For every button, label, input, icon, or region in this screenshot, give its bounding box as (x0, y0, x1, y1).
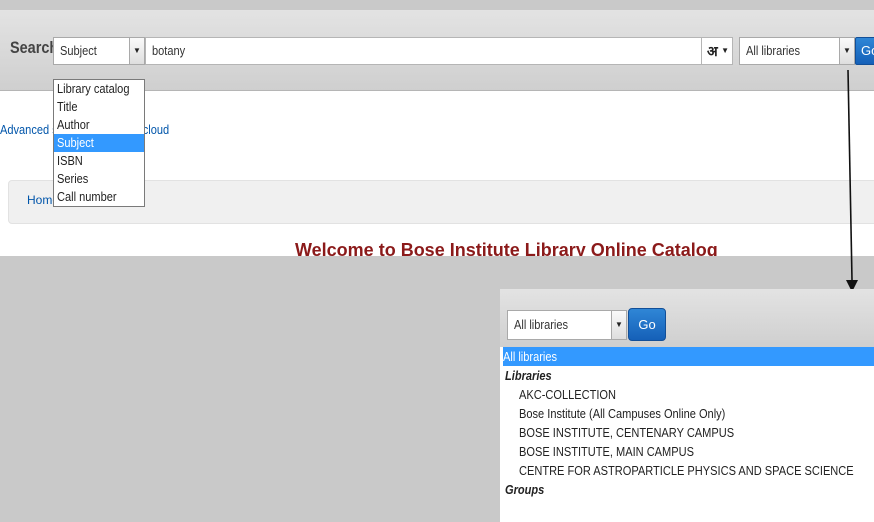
optgroup-libraries: Libraries (505, 368, 552, 383)
chevron-down-icon[interactable]: ▼ (611, 311, 626, 339)
dropdown-option-series[interactable]: Series (54, 170, 144, 188)
library-select[interactable]: All libraries ▼ (739, 37, 855, 65)
option-all-libraries[interactable]: All libraries (503, 347, 874, 366)
dropdown-option-title[interactable]: Title (54, 98, 144, 116)
dropdown-option-call-number[interactable]: Call number (54, 188, 144, 206)
dropdown-option-subject[interactable]: Subject (54, 134, 144, 152)
option-library[interactable]: Bose Institute (All Campuses Online Only… (503, 404, 874, 423)
option-library[interactable]: BOSE INSTITUTE, CENTENARY CAMPUS (503, 423, 874, 442)
search-query: botany (152, 43, 186, 58)
library-select-value: All libraries (746, 43, 801, 58)
chevron-down-icon[interactable]: ▼ (129, 38, 144, 64)
option-library[interactable]: AKC-COLLECTION (503, 385, 874, 404)
optgroup-groups: Groups (505, 482, 545, 497)
page-title: Welcome to Bose Institute Library Online… (295, 240, 718, 256)
search-index-value: Subject (60, 43, 97, 58)
language-keyboard-button[interactable]: अ ▼ (701, 37, 733, 65)
dropdown-option-library-catalog[interactable]: Library catalog (54, 80, 144, 98)
search-screenshot: Search Subject ▼ botany अ ▼ All librarie… (0, 10, 874, 256)
option-library[interactable]: BOSE INSTITUTE, MAIN CAMPUS (503, 442, 874, 461)
option-library[interactable]: CENTRE FOR ASTROPARTICLE PHYSICS AND SPA… (503, 461, 874, 480)
dropdown-option-author[interactable]: Author (54, 116, 144, 134)
search-label: Search (10, 38, 59, 57)
library-select[interactable]: All libraries ▼ (507, 310, 627, 340)
library-dropdown-screenshot: All libraries ▼ Go All libraries Librari… (500, 289, 874, 522)
library-select-value: All libraries (514, 317, 569, 332)
search-index-select[interactable]: Subject ▼ (53, 37, 145, 65)
library-select-bar: All libraries ▼ Go (500, 289, 874, 347)
chevron-down-icon[interactable]: ▼ (839, 38, 854, 64)
search-input[interactable]: botany (145, 37, 702, 65)
go-button-label: Go (638, 317, 656, 332)
dropdown-option-isbn[interactable]: ISBN (54, 152, 144, 170)
go-button[interactable]: Go (628, 308, 666, 341)
go-button[interactable]: Go (855, 37, 874, 65)
chevron-down-icon: ▼ (721, 46, 729, 55)
devanagari-icon: अ (707, 43, 718, 59)
search-index-dropdown[interactable]: Library catalog Title Author Subject ISB… (53, 79, 145, 207)
library-dropdown-list[interactable]: All libraries Libraries AKC-COLLECTION B… (503, 347, 874, 499)
go-button-label: Go (861, 43, 874, 58)
